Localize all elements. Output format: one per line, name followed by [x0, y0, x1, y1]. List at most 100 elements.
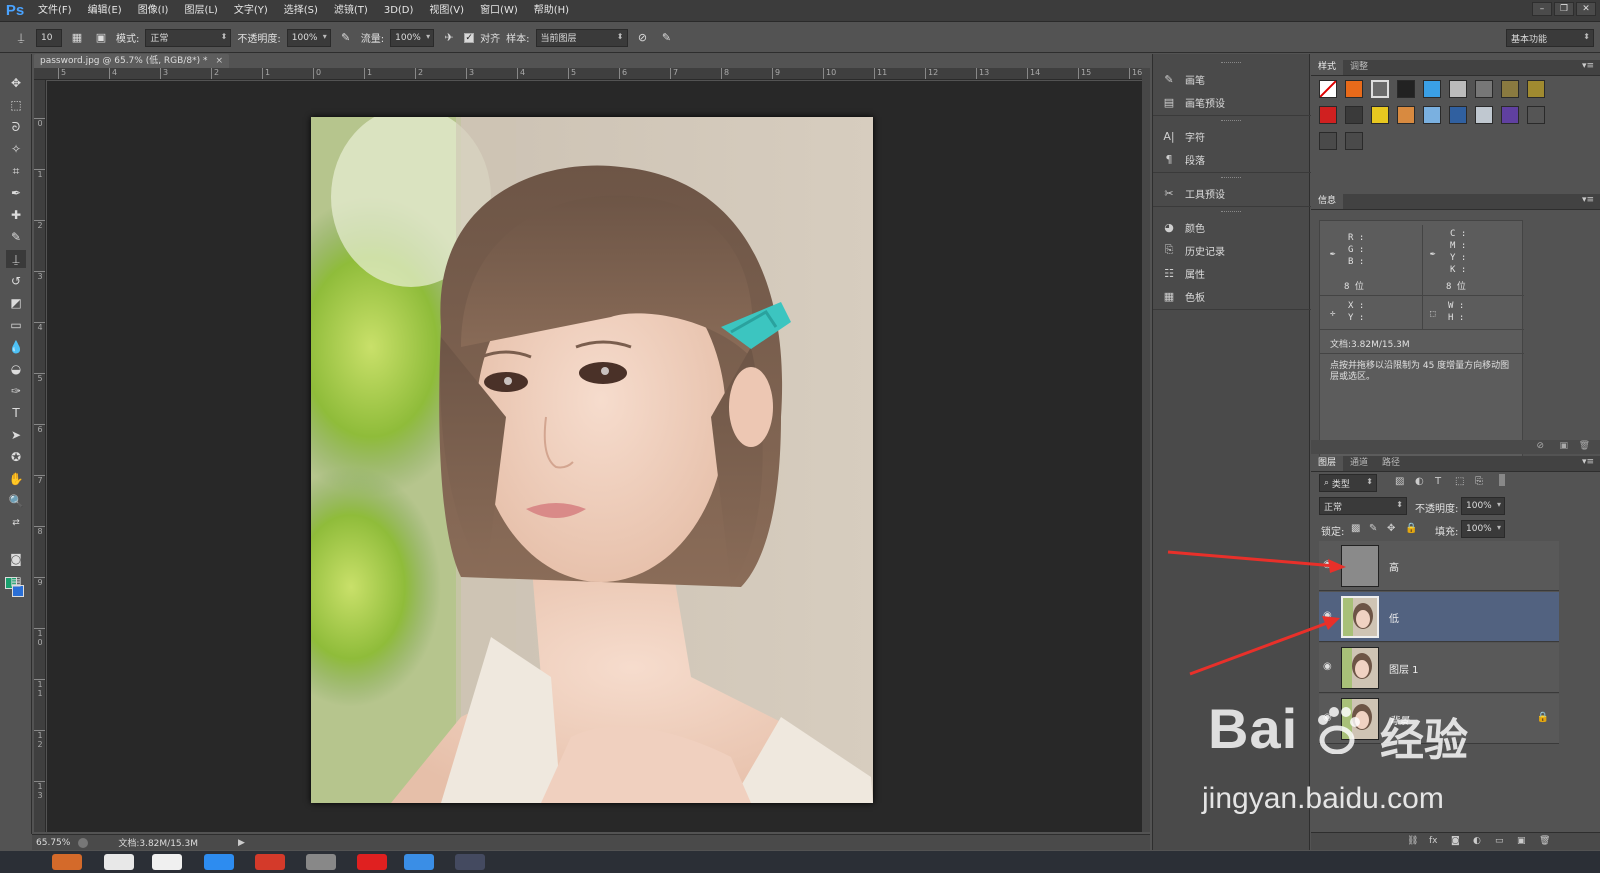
quick-select-tool-icon[interactable]: ✧	[6, 140, 26, 158]
menu-select[interactable]: 选择(S)	[276, 0, 326, 22]
panel-menu-icon[interactable]: ▾≡	[1582, 195, 1594, 205]
close-icon[interactable]: ×	[215, 56, 223, 66]
new-layer-icon[interactable]: ▣	[1517, 836, 1526, 846]
dock-grip[interactable]	[1221, 177, 1241, 179]
style-swatch[interactable]	[1501, 106, 1519, 124]
hand-tool-icon[interactable]: ✋	[6, 470, 26, 488]
blend-mode-select[interactable]: 正常 ⬍	[1319, 497, 1407, 515]
style-swatch[interactable]	[1527, 80, 1545, 98]
dock-color[interactable]: ◕ 颜色	[1161, 218, 1301, 236]
layer-effects-icon[interactable]: fx	[1429, 836, 1438, 846]
eye-icon[interactable]: ◉	[1323, 712, 1335, 724]
history-brush-tool-icon[interactable]: ↺	[6, 272, 26, 290]
pen-tool-icon[interactable]: ✑	[6, 382, 26, 400]
clone-source-panel-icon[interactable]: ▦	[68, 29, 86, 47]
mode-select[interactable]: 正常 ⬍	[145, 28, 232, 47]
tab-layers[interactable]: 图层	[1311, 456, 1344, 471]
taskbar-app-icon[interactable]	[204, 854, 234, 870]
clone-stamp-tool-icon[interactable]: ⍊	[6, 250, 26, 268]
tab-channels[interactable]: 通道	[1343, 456, 1375, 471]
healing-brush-tool-icon[interactable]: ✚	[6, 206, 26, 224]
style-swatch[interactable]	[1449, 80, 1467, 98]
blur-tool-icon[interactable]: 💧	[6, 338, 26, 356]
airbrush-icon[interactable]: ✈	[440, 29, 458, 47]
style-swatch[interactable]	[1397, 106, 1415, 124]
taskbar-app-icon[interactable]	[52, 854, 82, 870]
sample-select[interactable]: 当前图层 ⬍	[535, 28, 628, 47]
ignore-adjustment-icon[interactable]: ⊘	[634, 29, 652, 47]
portrait-photo[interactable]	[311, 117, 873, 803]
style-swatch[interactable]	[1371, 106, 1389, 124]
taskbar-app-icon[interactable]	[455, 854, 485, 870]
vertical-ruler[interactable]: 0 1 2 3 4 5 6 7 8 9 1 0 1 1 1 2 1 3	[34, 80, 46, 832]
tab-paths[interactable]: 路径	[1375, 456, 1407, 471]
filter-type-icon[interactable]: T	[1435, 476, 1441, 487]
filter-smart-object-icon[interactable]: ⎘	[1475, 476, 1483, 487]
style-swatch[interactable]	[1371, 80, 1389, 98]
style-swatch[interactable]	[1527, 106, 1545, 124]
filter-pixel-icon[interactable]: ▨	[1395, 476, 1404, 487]
dock-history[interactable]: ⎘ 历史记录	[1161, 241, 1301, 259]
taskbar-app-icon[interactable]	[152, 854, 182, 870]
style-swatch[interactable]	[1345, 106, 1363, 124]
lasso-tool-icon[interactable]: ᘐ	[6, 118, 26, 136]
style-swatch[interactable]	[1319, 106, 1337, 124]
link-layers-icon[interactable]: ⛓	[1407, 836, 1418, 846]
flow-input[interactable]: 100% ▾	[390, 28, 435, 47]
brush-preset-picker[interactable]: 10	[36, 28, 62, 47]
vertical-scrollbar[interactable]	[1142, 68, 1150, 832]
dock-swatches[interactable]: ▦ 色板	[1161, 287, 1301, 305]
lock-image-icon[interactable]: ✎	[1369, 523, 1377, 534]
menu-view[interactable]: 视图(V)	[421, 0, 472, 22]
dock-properties[interactable]: ☷ 属性	[1161, 264, 1301, 282]
style-swatch[interactable]	[1345, 80, 1363, 98]
pressure-opacity-icon[interactable]: ✎	[337, 29, 355, 47]
style-swatch[interactable]	[1423, 80, 1441, 98]
menu-3d[interactable]: 3D(D)	[376, 0, 422, 22]
quick-mask-icon[interactable]: ◙	[6, 550, 26, 568]
horizontal-ruler[interactable]: 5 4 3 2 1 0 1 2 3 4 5 6 7 8 9 10 11 12 13 14 15 16	[34, 68, 1142, 80]
dock-grip[interactable]	[1221, 120, 1241, 122]
zoom-tool-icon[interactable]: 🔍	[6, 492, 26, 510]
taskbar-app-icon[interactable]	[357, 854, 387, 870]
tab-styles[interactable]: 样式	[1311, 60, 1344, 75]
menu-layer[interactable]: 图层(L)	[176, 0, 225, 22]
minimize-button[interactable]: –	[1532, 2, 1552, 16]
gradient-tool-icon[interactable]: ▭	[6, 316, 26, 334]
layer-filter-select[interactable]: ⌕ 类型 ⬍	[1319, 474, 1377, 492]
adjustment-layer-icon[interactable]: ◐	[1473, 836, 1481, 846]
filter-shape-icon[interactable]: ⬚	[1455, 476, 1464, 487]
style-swatch[interactable]	[1475, 80, 1493, 98]
zoom-level[interactable]: 65.75%	[36, 838, 70, 848]
fill-input[interactable]: 100% ▾	[1461, 520, 1505, 538]
eraser-tool-icon[interactable]: ◩	[6, 294, 26, 312]
restore-button[interactable]: ❐	[1554, 2, 1574, 16]
style-swatch[interactable]	[1319, 132, 1337, 150]
filter-toggle[interactable]	[1499, 474, 1505, 486]
dock-brush[interactable]: ✎ 画笔	[1161, 70, 1301, 88]
document-tab[interactable]: password.jpg @ 65.7% (低, RGB/8*) * ×	[34, 54, 230, 68]
style-swatch[interactable]	[1397, 80, 1415, 98]
lock-transparent-icon[interactable]: ▩	[1351, 523, 1360, 534]
style-swatch[interactable]	[1423, 106, 1441, 124]
menu-window[interactable]: 窗口(W)	[472, 0, 526, 22]
panel-menu-icon[interactable]: ▾≡	[1582, 457, 1594, 467]
screen-mode-icon[interactable]: ▤	[6, 572, 26, 590]
canvas-area[interactable]	[47, 81, 1142, 832]
type-tool-icon[interactable]: T	[6, 404, 26, 422]
align-checkbox[interactable]: ✓	[464, 32, 475, 43]
pressure-size-icon[interactable]: ✎	[658, 29, 676, 47]
dock-character[interactable]: A| 字符	[1161, 127, 1301, 145]
style-swatch[interactable]	[1475, 106, 1493, 124]
dock-tool-presets[interactable]: ✂ 工具预设	[1161, 184, 1301, 202]
style-swatch-none[interactable]	[1319, 80, 1337, 98]
status-menu-arrow-icon[interactable]: ▶	[238, 838, 245, 848]
marquee-tool-icon[interactable]: ⬚	[6, 96, 26, 114]
panel-menu-icon[interactable]: ▾≡	[1582, 61, 1594, 71]
filter-adjustment-icon[interactable]: ◐	[1415, 476, 1424, 487]
dock-grip[interactable]	[1221, 62, 1241, 64]
menu-file[interactable]: 文件(F)	[30, 0, 80, 22]
menu-filter[interactable]: 滤镜(T)	[326, 0, 376, 22]
trash-icon[interactable]: 🗑	[1539, 836, 1550, 846]
path-select-tool-icon[interactable]: ➤	[6, 426, 26, 444]
